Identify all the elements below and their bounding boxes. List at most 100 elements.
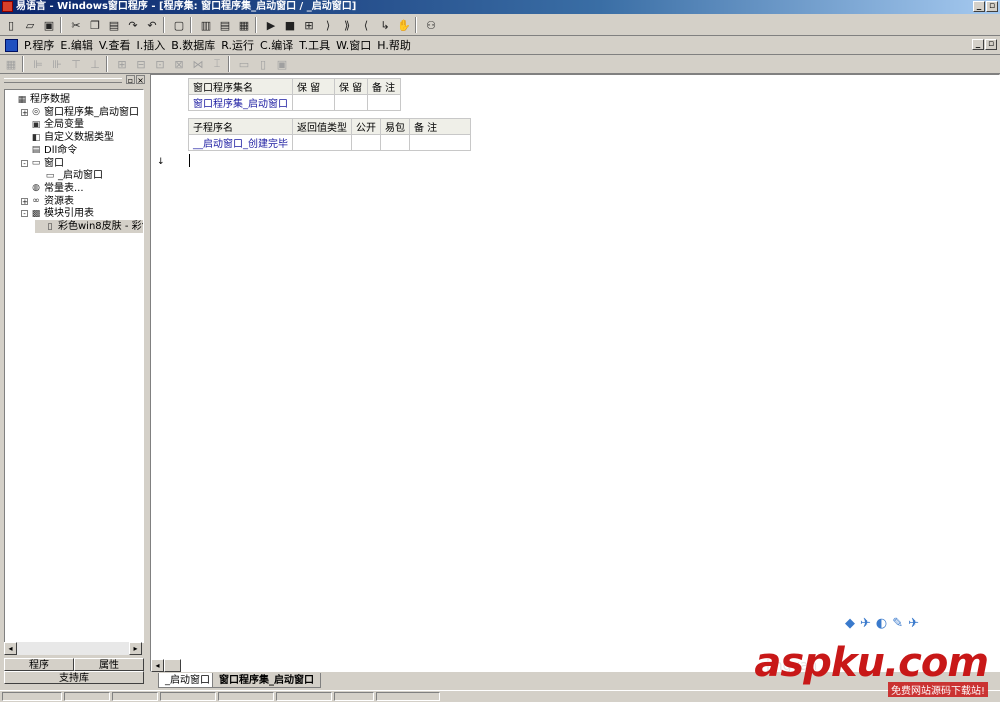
status-cell [276,692,332,701]
tree-horizontal-scrollbar[interactable]: ◂ ▸ [4,642,142,655]
same-width-icon[interactable]: ⊞ [114,56,130,72]
panel-float-icon[interactable]: ▫ [126,75,135,85]
menu-edit[interactable]: E.编辑 [60,37,92,53]
align-right-icon[interactable]: ⊪ [49,56,65,72]
step5-icon[interactable]: ↳ [377,17,393,33]
reserved2-cell[interactable] [334,94,368,111]
panel-header: ▫ × [2,74,146,86]
panel-grip[interactable] [4,78,122,83]
undo-icon[interactable]: ↶ [144,17,160,33]
collapse-icon[interactable]: - [21,210,28,218]
collapse-icon[interactable]: - [21,159,28,167]
align-grid-icon[interactable]: ▦ [3,56,19,72]
menu-insert[interactable]: I.插入 [136,37,165,53]
step2-icon[interactable]: ⟩ [320,17,336,33]
step3-icon[interactable]: ⟫ [339,17,355,33]
tree-item-label: 窗口程序集_启动窗口 [44,106,139,118]
align-top-icon[interactable]: ⊤ [68,56,84,72]
tree-item[interactable]: ▤ Dll命令 [21,144,78,157]
editor-horizontal-scrollbar[interactable]: ◂ [151,659,181,672]
tree-item[interactable]: + ◎ 窗口程序集_启动窗口 [21,106,139,119]
tab-window-assembly[interactable]: 窗口程序集_启动窗口 [212,673,321,688]
text-caret [189,154,190,167]
menu-view[interactable]: V.查看 [99,37,131,53]
size-icon[interactable]: ▭ [236,56,252,72]
lock-icon[interactable]: ▣ [274,56,290,72]
tree-item[interactable]: - ▭ 窗口 [21,157,64,170]
tree-item[interactable]: + ∞ 资源表 [21,195,74,208]
align-bottom-icon[interactable]: ⊥ [87,56,103,72]
tab-order-icon[interactable]: ▯ [255,56,271,72]
binoculars-icon[interactable]: ⚇ [423,17,439,33]
note-cell[interactable] [367,94,401,111]
scroll-right-icon[interactable]: ▸ [129,642,142,655]
menu-tools[interactable]: T.工具 [299,37,330,53]
tree-item[interactable]: - ▩ 模块引用表 [21,207,94,220]
new-icon[interactable]: ▯ [3,17,19,33]
find-icon[interactable]: ▢ [171,17,187,33]
properties-tab-label: 属性 [99,660,119,671]
menu-program[interactable]: P.程序 [24,37,54,53]
layout2-icon[interactable]: ▤ [217,17,233,33]
center-v-icon[interactable]: ⊠ [171,56,187,72]
hand-icon[interactable]: ✋ [396,17,412,33]
tree-item[interactable]: ▯ 彩色win8皮肤 - 彩色 [35,220,143,233]
layout1-icon[interactable]: ▥ [198,17,214,33]
line-arrow-icon: ↓ [157,157,165,167]
tab-start-window[interactable]: _启动窗口 [158,673,217,688]
mdi-restore-button[interactable]: ▫ [985,39,997,50]
cut-icon[interactable]: ✂ [68,17,84,33]
editor-scroll-thumb[interactable] [164,659,181,672]
menu-window[interactable]: W.窗口 [336,37,371,53]
layout3-icon[interactable]: ▦ [236,17,252,33]
public-cell[interactable] [351,134,381,151]
code-editor[interactable]: 窗口程序集名 保 留 保 留 备 注 窗口程序集_启动窗口 子程序名 返回值类型… [150,74,1000,672]
step4-icon[interactable]: ⟨ [358,17,374,33]
app-logo-icon [2,1,13,12]
tree-item[interactable]: ▣ 全局变量 [21,118,84,131]
stop-icon[interactable]: ■ [282,17,298,33]
spacing-v-icon[interactable]: ⌶ [209,56,225,72]
tree-item[interactable]: ◍ 常量表... [21,182,83,195]
open-icon[interactable]: ▱ [22,17,38,33]
sub-name-cell[interactable]: __启动窗口_创建完毕 [188,134,293,151]
menu-compile[interactable]: C.编译 [260,37,293,53]
toolbar-separator [255,17,257,33]
expand-icon[interactable]: + [21,108,28,116]
minimize-button[interactable]: _ [973,1,985,12]
panel-close-icon[interactable]: × [136,75,145,85]
restore-button[interactable]: ▫ [986,1,998,12]
step1-icon[interactable]: ⊞ [301,17,317,33]
align-left-icon[interactable]: ⊫ [30,56,46,72]
menu-run[interactable]: R.运行 [221,37,254,53]
watermark-subtitle: 免费网站源码下载站! [887,682,988,697]
menu-database[interactable]: B.数据库 [171,37,215,53]
run-icon[interactable]: ▶ [263,17,279,33]
expand-icon[interactable]: + [21,197,28,205]
easy-pack-cell[interactable] [380,134,410,151]
project-tree: ▦ 程序数据 + ◎ 窗口程序集_启动窗口 ▣ 全局变量 ◧ 自定义数据类型 ▤ Dll命令 - ▭ 窗口… [4,89,144,643]
tree-item[interactable]: ◧ 自定义数据类型 [21,131,114,144]
same-height-icon[interactable]: ⊟ [133,56,149,72]
return-type-cell[interactable] [292,134,352,151]
scroll-left-icon[interactable]: ◂ [4,642,17,655]
copy-icon[interactable]: ❐ [87,17,103,33]
redo-icon[interactable]: ↷ [125,17,141,33]
menu-help[interactable]: H.帮助 [377,37,411,53]
editor-scroll-left-icon[interactable]: ◂ [151,659,164,672]
assembly-name-cell[interactable]: 窗口程序集_启动窗口 [188,94,293,111]
tree-item[interactable]: ▭ _启动窗口 [35,169,103,182]
reserved1-cell[interactable] [292,94,335,111]
center-h-icon[interactable]: ⊡ [152,56,168,72]
subroutine-table: 子程序名 返回值类型 公开 易包 备 注 __启动窗口_创建完毕 [188,118,471,151]
mdi-minimize-button[interactable]: _ [972,39,984,50]
spacing-h-icon[interactable]: ⋈ [190,56,206,72]
tree-item[interactable]: ▦ 程序数据 [7,93,70,106]
save-icon[interactable]: ▣ [41,17,57,33]
tree-item-label: 自定义数据类型 [44,132,114,144]
tab-program[interactable]: 程序 [4,658,74,671]
tab-properties[interactable]: 属性 [74,658,144,671]
tab-support-lib[interactable]: 支持库 [4,671,144,684]
sub-note-cell[interactable] [409,134,471,151]
paste-icon[interactable]: ▤ [106,17,122,33]
